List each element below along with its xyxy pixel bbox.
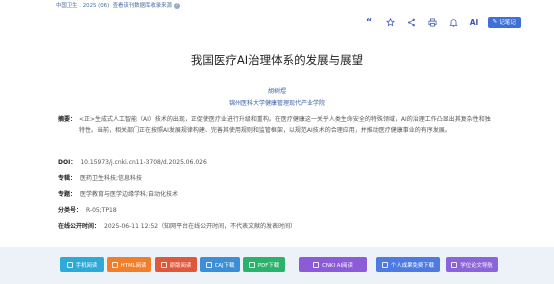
toolbar: “ AI ✎ 记笔记 — [359, 16, 521, 28]
abstract-block: 摘要： <正>生成式人工智能（AI）技术的出现，正促使医疗业进行升级和重构。在医… — [58, 115, 496, 136]
collection-link[interactable]: 查看该刊数据库收录来源 — [113, 3, 172, 9]
user-icon — [381, 261, 388, 268]
book-icon — [160, 261, 167, 268]
author-link[interactable]: 胡树煜 — [0, 86, 554, 95]
classification-row: 分类号： R-05;TP18 — [58, 205, 117, 214]
caj-download-button[interactable]: CAJ下载 — [200, 257, 240, 272]
online-time-row: 在线公开时间： 2025-06-11 12:52（知网平台在线公开时间，不代表文献… — [58, 221, 296, 230]
abstract-label: 摘要： — [58, 116, 77, 123]
original-read-button[interactable]: 原版阅读 — [155, 257, 197, 272]
pencil-icon: ✎ — [492, 19, 498, 25]
mobile-icon — [66, 261, 73, 268]
classification-label: 分类号： — [58, 207, 83, 214]
quote-icon[interactable]: “ — [359, 16, 380, 28]
doi-label: DOI： — [58, 159, 77, 166]
online-time-label: 在线公开时间： — [58, 223, 101, 230]
doi-value: 10.15973/j.cnki.cn11-3708/d.2025.06.026 — [80, 159, 207, 166]
classification-value: R-05;TP18 — [86, 207, 117, 214]
question-circle-icon[interactable]: ? — [173, 2, 180, 9]
online-time-value: 2025-06-11 12:52（知网平台在线公开时间，不代表文献的发表时间） — [104, 223, 297, 230]
paper-title: 我国医疗AI治理体系的发展与展望 — [190, 53, 364, 67]
topic-label: 专题： — [58, 191, 77, 198]
free-download-button[interactable]: 个人成果免费下载 — [376, 257, 440, 272]
column-value: 医药卫生科技;信息科技 — [80, 175, 143, 182]
star-icon[interactable] — [380, 16, 401, 28]
organization-link[interactable]: 锦州医科大学健康管理现代产业学院 — [0, 98, 554, 107]
cnki-ai-read-button[interactable]: CNKI AI阅读 — [299, 257, 367, 272]
pdf-download-button[interactable]: PDF下载 — [243, 257, 285, 272]
column-label: 专辑： — [58, 175, 77, 182]
doi-row: DOI： 10.15973/j.cnki.cn11-3708/d.2025.06.… — [58, 157, 207, 166]
abstract-text: <正>生成式人工智能（AI）技术的出现，正促使医疗业进行升级和重构。在医疗健康这… — [79, 116, 491, 134]
take-note-button[interactable]: ✎ 记笔记 — [487, 16, 521, 28]
print-icon[interactable] — [422, 16, 443, 28]
html-icon — [111, 261, 118, 268]
graduation-icon — [451, 261, 458, 268]
ai-icon — [313, 261, 320, 268]
mobile-read-button[interactable]: 手机阅读 — [60, 257, 104, 272]
column-row: 专辑： 医药卫生科技;信息科技 — [58, 173, 142, 182]
journal-issue[interactable]: 中国卫生 . 2025 (06) — [56, 3, 109, 9]
thesis-nav-button[interactable]: 学位论文导航 — [446, 257, 498, 272]
download-icon — [205, 261, 212, 268]
topic-row: 专题： 医学教育与医学边缘学科;自动化技术 — [58, 189, 178, 198]
ai-button[interactable]: AI — [464, 16, 485, 28]
action-bar: 手机阅读 HTML阅读 原版阅读 CAJ下载 PDF下载 CNKI AI阅读 个… — [0, 247, 554, 284]
share-icon[interactable] — [401, 16, 422, 28]
html-read-button[interactable]: HTML阅读 — [107, 257, 151, 272]
topic-value: 医学教育与医学边缘学科;自动化技术 — [80, 191, 179, 198]
bell-icon[interactable] — [443, 16, 464, 28]
source-line: 中国卫生 . 2025 (06) 查看该刊数据库收录来源? — [56, 1, 180, 9]
download-icon — [248, 261, 255, 268]
